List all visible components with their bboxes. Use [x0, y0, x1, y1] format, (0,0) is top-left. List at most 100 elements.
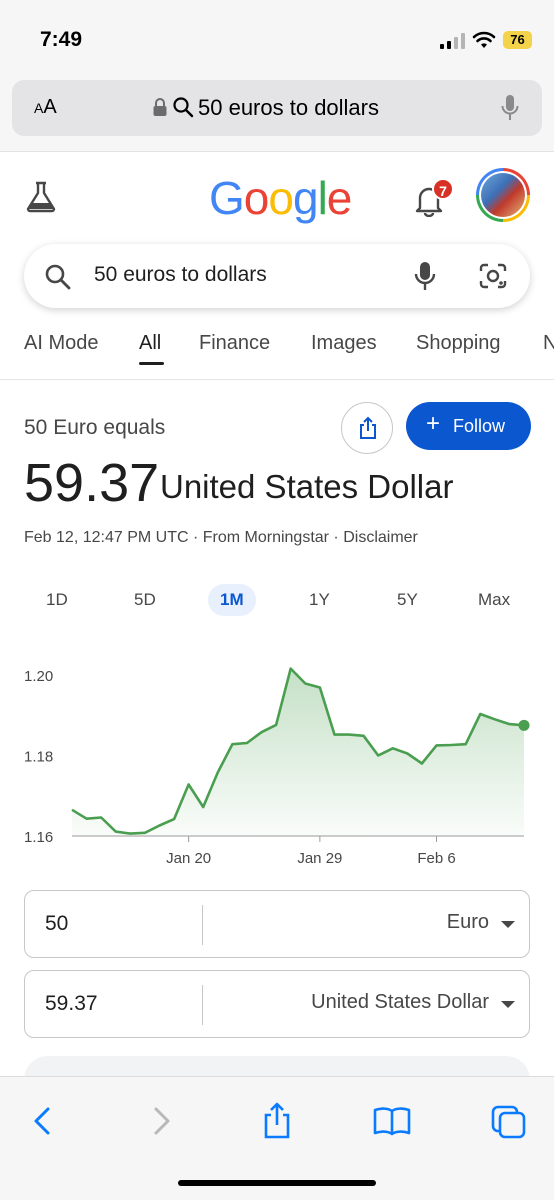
- chart-data-point: [303, 681, 307, 685]
- url-text[interactable]: 50 euros to dollars: [198, 95, 379, 121]
- divider: [202, 905, 203, 945]
- chart-data-point: [435, 743, 439, 747]
- chart-data-point: [289, 667, 293, 671]
- tab-finance[interactable]: Finance: [199, 332, 270, 355]
- search-icon: [173, 97, 194, 118]
- notification-count-badge: 7: [432, 178, 454, 200]
- chart-data-point: [99, 815, 103, 819]
- google-logo[interactable]: Google: [209, 171, 352, 225]
- from-currency-select[interactable]: Euro: [447, 911, 489, 934]
- range-1d[interactable]: 1D: [46, 590, 68, 610]
- plus-icon: +: [426, 410, 441, 437]
- chart-data-point: [332, 733, 336, 737]
- bookmarks-icon[interactable]: [372, 1101, 412, 1141]
- battery-indicator: 76: [503, 31, 532, 49]
- to-amount-input[interactable]: 59.37: [45, 992, 98, 1016]
- follow-label: Follow: [453, 416, 506, 436]
- chart-data-point: [201, 805, 205, 809]
- voice-search-icon[interactable]: [412, 260, 438, 292]
- range-max[interactable]: Max: [478, 590, 510, 610]
- share-icon[interactable]: [257, 1101, 297, 1141]
- converted-value: 59.37: [24, 453, 160, 513]
- chart-data-point: [507, 722, 511, 726]
- range-1m[interactable]: 1M: [208, 584, 256, 616]
- source-meta[interactable]: Feb 12, 12:47 PM UTC · From Morningstar …: [24, 529, 418, 547]
- share-button[interactable]: [341, 402, 393, 454]
- microphone-icon[interactable]: [500, 94, 520, 122]
- avatar[interactable]: [476, 168, 530, 222]
- address-bar[interactable]: AA 50 euros to dollars: [12, 80, 542, 136]
- avatar-image: [481, 173, 525, 217]
- chart-data-point: [143, 831, 147, 835]
- tab-ai-mode[interactable]: AI Mode: [24, 332, 98, 355]
- tab-news[interactable]: N: [543, 332, 554, 355]
- chart-data-point: [216, 770, 220, 774]
- x-tick-label: Jan 20: [166, 850, 211, 867]
- chart-data-point: [157, 824, 161, 828]
- x-tick-label: Feb 6: [417, 850, 455, 867]
- tab-shopping[interactable]: Shopping: [416, 332, 501, 355]
- chart-data-point: [464, 742, 468, 746]
- forward-icon[interactable]: [142, 1101, 182, 1141]
- exchange-rate-chart[interactable]: 1.20 1.18 1.16 Jan 20 Jan 29 Feb 6: [0, 650, 554, 880]
- active-tab-indicator: [139, 362, 164, 365]
- chart-area-fill: [72, 668, 524, 836]
- cellular-signal-icon: [440, 33, 465, 49]
- to-currency-select[interactable]: United States Dollar: [311, 991, 489, 1014]
- chart-data-point: [245, 741, 249, 745]
- share-icon: [360, 416, 376, 439]
- search-box[interactable]: 50 euros to dollars: [24, 244, 530, 308]
- safari-top-bar: 7:49 76 AA 50 euros to dollars: [0, 0, 554, 152]
- chart-data-point: [347, 733, 351, 737]
- tabs-icon[interactable]: [489, 1101, 529, 1141]
- y-tick-label: 1.20: [24, 668, 53, 685]
- tab-images[interactable]: Images: [311, 332, 377, 355]
- chevron-down-icon[interactable]: [501, 921, 515, 928]
- search-tabs: AI Mode All Finance Images Shopping N: [0, 328, 554, 380]
- chart-data-point: [114, 830, 118, 834]
- chart-data-point: [274, 723, 278, 727]
- google-lens-icon[interactable]: [478, 262, 508, 290]
- from-amount-input[interactable]: 50: [45, 912, 68, 936]
- search-input[interactable]: 50 euros to dollars: [94, 263, 267, 287]
- to-currency-row[interactable]: 59.37 United States Dollar: [24, 970, 530, 1038]
- follow-button[interactable]: + Follow: [406, 402, 531, 450]
- home-indicator: [178, 1180, 376, 1186]
- wifi-icon: [472, 31, 496, 48]
- chart-data-point: [420, 762, 424, 766]
- chart-data-point: [318, 685, 322, 689]
- text-size-button[interactable]: AA: [34, 96, 57, 119]
- x-tick-label: Jan 29: [297, 850, 342, 867]
- range-5d[interactable]: 5D: [134, 590, 156, 610]
- chart-data-point: [405, 751, 409, 755]
- back-icon[interactable]: [22, 1101, 62, 1141]
- converted-unit: United States Dollar: [160, 468, 454, 505]
- chart-data-point: [187, 782, 191, 786]
- range-1y[interactable]: 1Y: [309, 590, 330, 610]
- chart-data-point: [230, 742, 234, 746]
- chart-data-point: [449, 743, 453, 747]
- chart-data-point: [260, 730, 264, 734]
- from-currency-row[interactable]: 50 Euro: [24, 890, 530, 958]
- search-icon: [45, 264, 71, 290]
- tab-all[interactable]: All: [139, 332, 161, 355]
- chart-latest-point: [518, 719, 530, 731]
- chart-data-point: [172, 817, 176, 821]
- chart-data-point: [478, 712, 482, 716]
- divider: [202, 985, 203, 1025]
- lock-icon: [153, 98, 167, 116]
- labs-flask-icon[interactable]: [24, 180, 58, 214]
- logo-letter: l: [317, 172, 328, 224]
- range-5y[interactable]: 5Y: [397, 590, 418, 610]
- logo-letter: o: [243, 172, 270, 224]
- equals-label: 50 Euro equals: [24, 416, 166, 439]
- y-tick-label: 1.16: [24, 829, 53, 846]
- chart-data-point: [128, 832, 132, 836]
- chart-data-point: [362, 734, 366, 738]
- status-time: 7:49: [40, 28, 83, 51]
- chart-data-point: [391, 746, 395, 750]
- chart-data-point: [85, 817, 89, 821]
- chart-data-point: [493, 717, 497, 721]
- logo-letter: G: [209, 172, 245, 224]
- chevron-down-icon[interactable]: [501, 1001, 515, 1008]
